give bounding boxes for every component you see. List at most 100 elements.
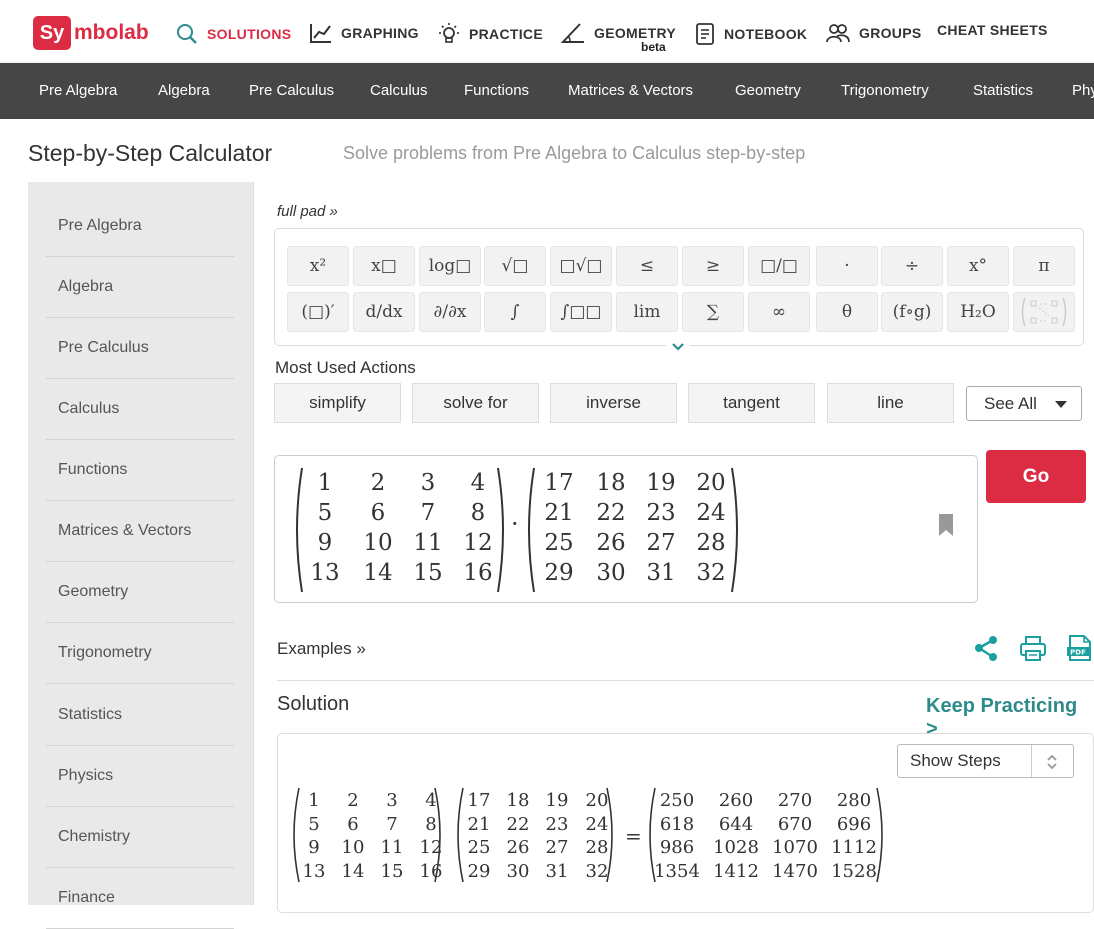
key-definite-integral[interactable]: ∫□□ [550,292,612,332]
matrix-cell: 1 [317,470,333,496]
top-navigation: Sy mbolab SOLUTIONS GRAPHING PRACTICE GE… [0,0,1094,63]
matrix-cell: 9 [317,530,333,556]
left-paren [528,467,535,593]
matrix-cell: 280 [836,790,872,811]
matrix-cell: 3 [420,470,436,496]
key-prime[interactable]: (□)′ [287,292,349,332]
category-matrices-vectors[interactable]: Matrices & Vectors [568,82,693,99]
category-functions[interactable]: Functions [464,82,529,99]
action-line[interactable]: line [827,383,954,423]
matrix-cell: 12 [463,530,493,556]
groups-icon [826,24,850,43]
go-button[interactable]: Go [986,450,1086,503]
sidebar-item-matrices-vectors[interactable]: Matrices & Vectors [46,501,234,562]
matrix-cell: 1112 [831,837,877,858]
math-input[interactable]: 1 2 3 4 5 6 7 8 9 10 11 12 13 14 15 16 · 17 18 19 20 21 22 23… [274,455,978,603]
symbolab-logo[interactable]: Sy mbolab [33,16,149,50]
key-matrix[interactable] [1013,292,1075,332]
key-divide[interactable]: ÷ [881,246,943,286]
category-trigonometry[interactable]: Trigonometry [841,82,929,99]
sidebar-item-finance[interactable]: Finance [46,868,234,929]
sidebar-item-functions[interactable]: Functions [46,440,234,501]
sidebar-item-pre-algebra[interactable]: Pre Algebra [46,196,234,257]
key-square[interactable]: x² [287,246,349,286]
key-composition[interactable]: (f∘g) [881,292,943,332]
key-chemistry[interactable]: H₂O [947,292,1009,332]
key-derivative[interactable]: d/dx [353,292,415,332]
key-nth-root[interactable]: □√□ [550,246,612,286]
action-simplify[interactable]: simplify [274,383,401,423]
nav-cheat-sheets[interactable]: CHEAT SHEETS [937,22,1048,38]
key-sqrt[interactable]: √□ [484,246,546,286]
key-partial[interactable]: ∂/∂x [419,292,481,332]
matrix-cell: 31 [646,560,676,586]
sidebar-item-geometry[interactable]: Geometry [46,562,234,623]
nav-graphing[interactable]: GRAPHING [309,22,419,44]
key-limit[interactable]: lim [616,292,678,332]
key-pi[interactable]: π [1013,246,1075,286]
sidebar-item-chemistry[interactable]: Chemistry [46,807,234,868]
sidebar-item-pre-calculus[interactable]: Pre Calculus [46,318,234,379]
key-theta[interactable]: θ [816,292,878,332]
full-pad-toggle[interactable]: full pad » [277,203,338,220]
matrix-cell: 29 [467,861,491,882]
nav-groups[interactable]: GROUPS [825,22,921,44]
key-infinity[interactable]: ∞ [748,292,810,332]
share-icon[interactable] [972,634,1000,662]
matrix-cell: 20 [585,790,609,811]
category-pre-algebra[interactable]: Pre Algebra [39,82,117,99]
notebook-icon [696,23,714,45]
category-algebra[interactable]: Algebra [158,82,210,99]
key-dot[interactable]: · [816,246,878,286]
key-integral[interactable]: ∫ [484,292,546,332]
category-pre-calculus[interactable]: Pre Calculus [249,82,334,99]
matrix-cell: 5 [317,500,333,526]
sidebar-item-trigonometry[interactable]: Trigonometry [46,623,234,684]
nav-solutions[interactable]: SOLUTIONS [175,22,291,46]
collapse-keypad-button[interactable] [666,338,690,356]
matrix-cell: 11 [380,837,404,858]
matrix-cell: 25 [544,530,574,556]
key-greater-equal[interactable]: ≥ [682,246,744,286]
matrix-cell: 6 [347,814,359,835]
bookmark-icon[interactable] [938,513,954,537]
matrix-cell: 8 [470,500,486,526]
show-steps-label: Show Steps [910,751,1001,770]
matrix-cell: 32 [696,560,726,586]
key-degree[interactable]: x° [947,246,1009,286]
key-less-equal[interactable]: ≤ [616,246,678,286]
category-geometry[interactable]: Geometry [735,82,801,99]
action-inverse[interactable]: inverse [550,383,677,423]
pdf-icon[interactable]: PDF [1066,634,1094,662]
matrix-cell: 26 [596,530,626,556]
matrix-cell: 17 [467,790,491,811]
action-solve-for[interactable]: solve for [412,383,539,423]
right-paren [497,467,504,593]
see-all-dropdown[interactable]: See All [966,386,1082,421]
matrix-cell: 1412 [713,861,759,882]
key-sum[interactable]: ∑ [682,292,744,332]
show-steps-select[interactable]: Show Steps [897,744,1074,778]
category-physics[interactable]: Phy [1072,82,1094,99]
sidebar-item-algebra[interactable]: Algebra [46,257,234,318]
examples-link[interactable]: Examples » [277,639,366,659]
key-power[interactable]: x□ [353,246,415,286]
nav-practice[interactable]: PRACTICE [437,22,543,46]
category-calculus[interactable]: Calculus [370,82,428,99]
sidebar-item-calculus[interactable]: Calculus [46,379,234,440]
print-icon[interactable] [1019,634,1047,662]
sidebar-item-statistics[interactable]: Statistics [46,685,234,746]
action-tangent[interactable]: tangent [688,383,815,423]
matrix-cell: 22 [596,500,626,526]
sidebar-item-physics[interactable]: Physics [46,746,234,807]
equals-sign: = [625,824,642,848]
nav-notebook[interactable]: NOTEBOOK [694,22,807,46]
key-fraction[interactable]: □/□ [748,246,810,286]
matrix-cell: 2 [370,470,386,496]
updown-arrows-icon [1047,754,1057,770]
matrix-cell: 10 [363,530,393,556]
category-statistics[interactable]: Statistics [973,82,1033,99]
matrix-cell: 28 [585,837,609,858]
matrix-cell: 1 [308,790,320,811]
key-log[interactable]: log□ [419,246,481,286]
